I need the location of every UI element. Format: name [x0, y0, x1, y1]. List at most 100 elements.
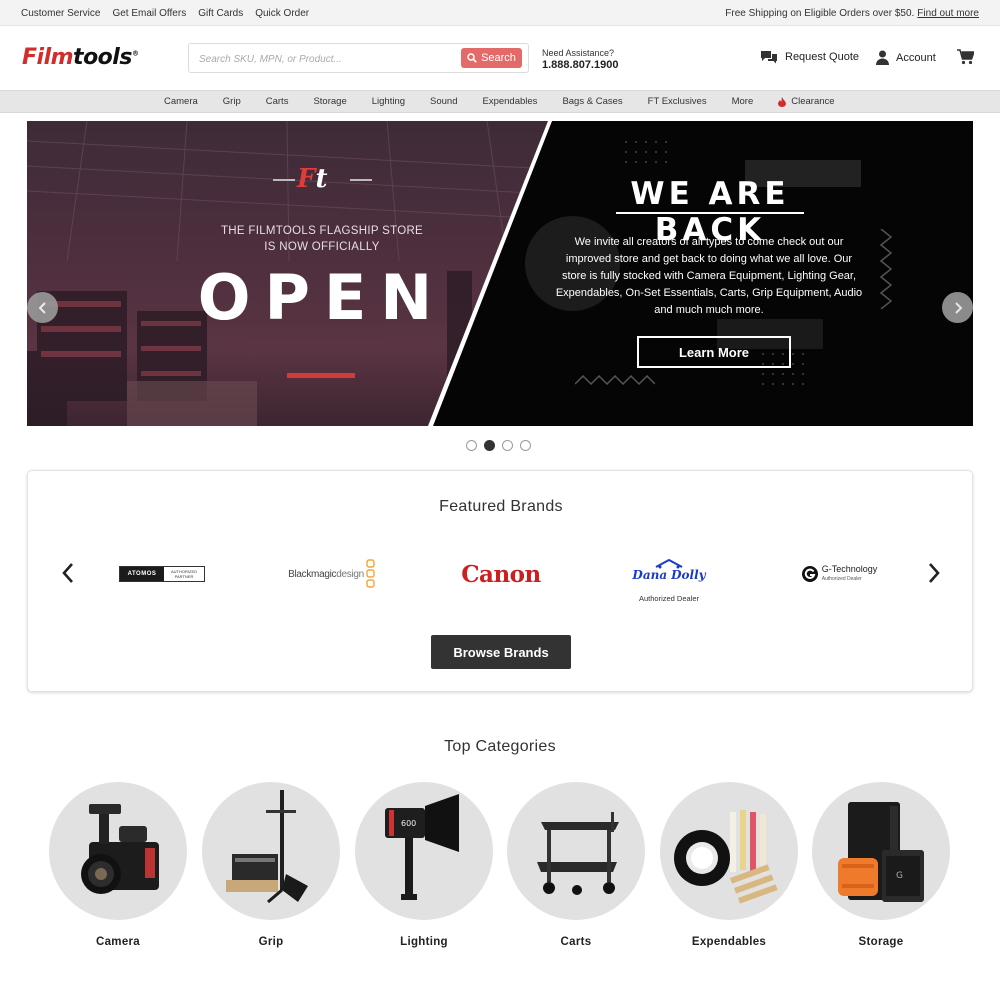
category-expendables[interactable]: Expendables: [660, 782, 798, 948]
camera-icon: [81, 804, 159, 894]
g-technology-wordmark: G-Technology: [821, 564, 878, 574]
blackmagic-squares-icon: [366, 559, 375, 588]
category-carts-label: Carts: [560, 936, 592, 948]
assistance-phone[interactable]: 1.888.807.1900: [542, 59, 618, 71]
brand-atomos[interactable]: ATOMOS AUTHORIZED PARTNER: [118, 565, 206, 583]
category-lighting-label: Lighting: [400, 936, 448, 948]
decorative-zigzag: [879, 229, 893, 309]
category-grip-label: Grip: [258, 936, 284, 948]
category-expendables-image: [660, 782, 798, 920]
nav-storage[interactable]: Storage: [313, 96, 346, 107]
brand-g-technology[interactable]: G-Technology Authorized Dealer: [792, 559, 886, 589]
search-bar: Search: [188, 43, 529, 73]
dana-word: Dana: [632, 568, 668, 582]
open-heading: OPEN: [197, 261, 447, 334]
nav-sound[interactable]: Sound: [430, 96, 457, 107]
flagship-line-1: THE FILMTOOLS FLAGSHIP STORE: [220, 225, 424, 237]
nav-bags-cases[interactable]: Bags & Cases: [562, 96, 622, 107]
utility-bar: Customer Service Get Email Offers Gift C…: [0, 0, 1000, 26]
atomos-partner-tag: AUTHORIZED PARTNER: [171, 569, 197, 579]
svg-text:G: G: [896, 871, 903, 881]
carousel-dot-3[interactable]: [502, 440, 513, 451]
brand-dana-dolly[interactable]: Dana Dolly Authorized Dealer: [628, 553, 710, 609]
find-out-more-link[interactable]: Find out more: [917, 8, 979, 19]
assistance-block: Need Assistance? 1.888.807.1900: [542, 47, 618, 71]
category-camera[interactable]: Camera: [49, 782, 187, 948]
gift-cards-link[interactable]: Gift Cards: [198, 8, 243, 19]
carousel-next-button[interactable]: [942, 292, 973, 323]
featured-brands-section: Featured Brands ATOMOS AUTHORIZED PARTNE…: [27, 470, 973, 692]
carousel-dots: [466, 440, 531, 451]
brand-blackmagic[interactable]: Blackmagicdesign: [286, 559, 378, 589]
carousel-dot-1[interactable]: [466, 440, 477, 451]
category-lighting[interactable]: 600 Lighting: [355, 782, 493, 948]
hero-carousel[interactable]: Ft THE FILMTOOLS FLAGSHIP STORE IS NOW O…: [27, 121, 973, 426]
search-input[interactable]: [199, 50, 459, 68]
filmtools-logo[interactable]: Filmtools®: [22, 45, 139, 70]
blackmagic-word-b: design: [336, 568, 364, 580]
category-storage[interactable]: G Storage: [812, 782, 950, 948]
category-expendables-label: Expendables: [691, 936, 767, 948]
nav-carts[interactable]: Carts: [266, 96, 289, 107]
chevron-left-icon: [38, 301, 46, 314]
browse-brands-button[interactable]: Browse Brands: [431, 635, 571, 669]
category-carts-image: [507, 782, 645, 920]
category-carts[interactable]: Carts: [507, 782, 645, 948]
category-grip[interactable]: Grip: [202, 782, 340, 948]
cart-button[interactable]: [957, 49, 976, 70]
open-underline: [287, 373, 355, 378]
nav-expendables[interactable]: Expendables: [483, 96, 538, 107]
chevron-left-icon: [62, 563, 73, 583]
storage-drive-icon: G: [838, 802, 924, 902]
category-camera-label: Camera: [96, 936, 140, 948]
search-button[interactable]: Search: [461, 48, 522, 68]
nav-more[interactable]: More: [732, 96, 754, 107]
request-quote-button[interactable]: Request Quote: [760, 50, 859, 64]
dana-dolly-logo: Dana Dolly: [632, 569, 705, 582]
email-offers-link[interactable]: Get Email Offers: [112, 8, 186, 19]
quick-order-link[interactable]: Quick Order: [255, 8, 309, 19]
search-icon: [467, 53, 477, 63]
hero-copy: We invite all creators of all types to c…: [555, 236, 863, 316]
carousel-dot-4[interactable]: [520, 440, 531, 451]
utility-links: Customer Service Get Email Offers Gift C…: [21, 8, 309, 19]
learn-more-button[interactable]: Learn More: [637, 336, 791, 368]
blackmagic-logo: Blackmagicdesign: [288, 569, 364, 580]
chevron-right-icon: [929, 563, 940, 583]
search-button-label: Search: [481, 52, 516, 64]
nav-grip[interactable]: Grip: [223, 96, 241, 107]
nav-lighting[interactable]: Lighting: [372, 96, 405, 107]
brands-prev-button[interactable]: [58, 561, 78, 585]
assistance-label: Need Assistance?: [542, 48, 615, 58]
nav-ft-exclusives[interactable]: FT Exclusives: [648, 96, 707, 107]
logo-tools: tools: [73, 45, 132, 70]
light-icon: 600: [385, 794, 459, 900]
dolly-word: Dolly: [671, 568, 706, 582]
site-header: Filmtools® Search Need Assistance? 1.888…: [0, 27, 1000, 90]
customer-service-link[interactable]: Customer Service: [21, 8, 100, 19]
ft-logo-f: F: [297, 164, 316, 194]
featured-brands-title: Featured Brands: [439, 498, 563, 515]
nav-camera[interactable]: Camera: [164, 96, 198, 107]
nav-clearance[interactable]: Clearance: [778, 96, 835, 107]
chevron-right-icon: [954, 301, 962, 314]
g-technology-logo-icon: [801, 566, 818, 582]
dana-dolly-dealer-label: Authorized Dealer: [638, 594, 700, 603]
category-camera-image: [49, 782, 187, 920]
carousel-dot-2[interactable]: [484, 440, 495, 451]
svg-text:600: 600: [401, 819, 416, 828]
atomos-wordmark: ATOMOS: [120, 567, 164, 581]
tape-icon: [674, 810, 778, 904]
logo-film: Film: [22, 45, 74, 70]
logo-rule-left: [273, 179, 295, 181]
carousel-prev-button[interactable]: [27, 292, 58, 323]
shopping-cart-icon: [957, 49, 976, 65]
brands-next-button[interactable]: [924, 561, 944, 585]
g-technology-text: G-Technology Authorized Dealer: [822, 564, 878, 584]
decorative-zigzag: [575, 374, 655, 386]
account-button[interactable]: Account: [876, 50, 936, 65]
ft-logo: Ft: [297, 164, 327, 194]
account-label: Account: [896, 51, 936, 64]
brand-canon[interactable]: Canon: [456, 559, 546, 589]
main-nav-items: Camera Grip Carts Storage Lighting Sound…: [164, 96, 860, 107]
